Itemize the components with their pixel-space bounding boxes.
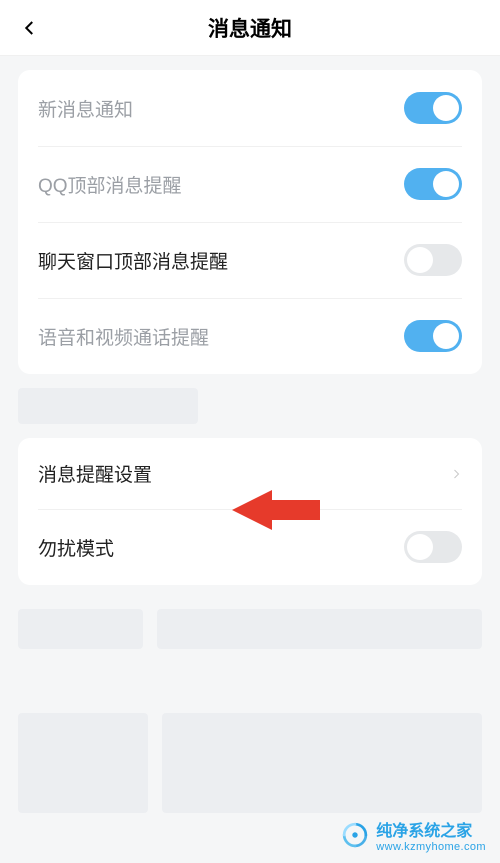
page-title: 消息通知	[208, 13, 292, 43]
watermark: 纯净系统之家 www.kzmyhome.com	[342, 817, 486, 853]
settings-group-2: 消息提醒设置 勿扰模式	[18, 438, 482, 585]
header-bar: 消息通知	[0, 0, 500, 56]
brand-text: 纯净系统之家 www.kzmyhome.com	[376, 817, 486, 853]
chevron-left-icon	[21, 19, 39, 37]
toggle-chat-top-remind[interactable]	[404, 244, 462, 276]
toggle-knob	[407, 534, 433, 560]
row-label: 语音和视频通话提醒	[38, 323, 209, 350]
row-qq-top-remind: QQ顶部消息提醒	[18, 146, 482, 222]
back-button[interactable]	[10, 0, 50, 56]
row-dnd-mode: 勿扰模式	[18, 509, 482, 585]
skeleton-block	[18, 388, 198, 424]
brand-url: www.kzmyhome.com	[376, 841, 486, 853]
row-message-remind-settings[interactable]: 消息提醒设置	[18, 438, 482, 509]
toggle-knob	[433, 323, 459, 349]
row-voice-video-remind: 语音和视频通话提醒	[18, 298, 482, 374]
row-label: 勿扰模式	[38, 534, 114, 561]
brand-logo-icon	[342, 822, 368, 848]
toggle-voice-video-remind[interactable]	[404, 320, 462, 352]
toggle-dnd-mode[interactable]	[404, 531, 462, 563]
row-chat-top-remind: 聊天窗口顶部消息提醒	[18, 222, 482, 298]
brand-name: 纯净系统之家	[376, 817, 486, 841]
row-label: QQ顶部消息提醒	[38, 171, 182, 198]
skeleton-block	[162, 713, 482, 813]
toggle-qq-top-remind[interactable]	[404, 168, 462, 200]
skeleton-bottom-row	[18, 713, 482, 813]
row-label: 消息提醒设置	[38, 460, 152, 487]
toggle-knob	[407, 247, 433, 273]
settings-group-1: 新消息通知 QQ顶部消息提醒 聊天窗口顶部消息提醒 语音和视频通话提醒	[18, 70, 482, 374]
skeleton-block	[18, 609, 143, 649]
skeleton-row	[18, 609, 482, 635]
skeleton-block	[157, 609, 482, 649]
row-label: 聊天窗口顶部消息提醒	[38, 247, 228, 274]
row-new-message-notify: 新消息通知	[18, 70, 482, 146]
row-label: 新消息通知	[38, 95, 133, 122]
skeleton-block	[18, 713, 148, 813]
toggle-new-message-notify[interactable]	[404, 92, 462, 124]
toggle-knob	[433, 171, 459, 197]
chevron-right-icon	[450, 466, 462, 482]
toggle-knob	[433, 95, 459, 121]
